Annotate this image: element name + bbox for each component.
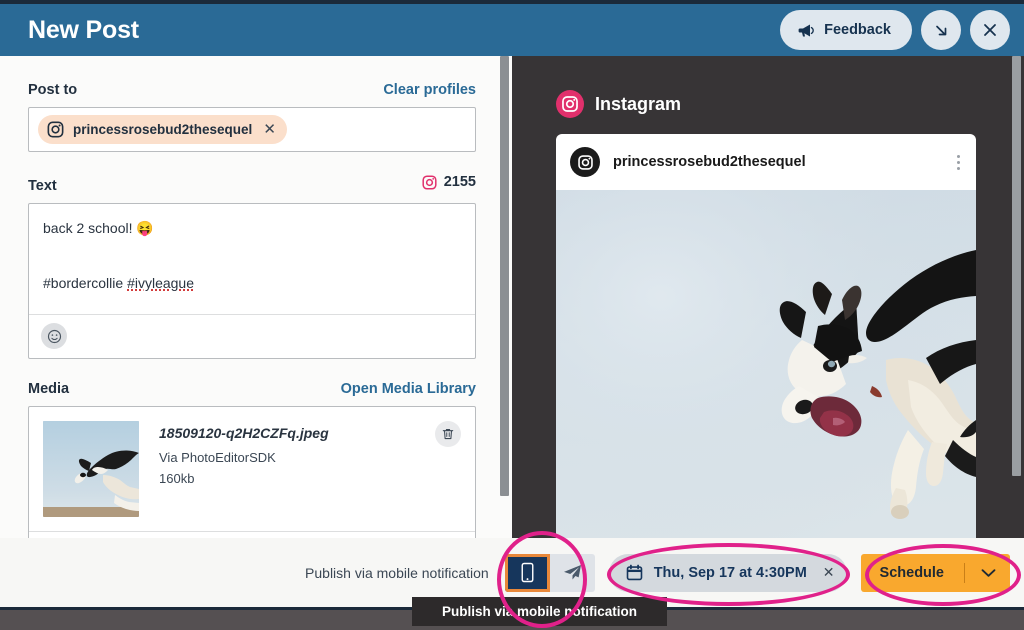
dog-thumbnail-image [43,420,139,517]
scrollbar-thumb[interactable] [500,56,509,496]
schedule-datetime-pill[interactable]: Thu, Sep 17 at 4:30PM ✕ [608,553,847,592]
media-source: Via PhotoEditorSDK [159,449,276,465]
instagram-icon [47,121,64,138]
preview-panel: Instagram princessrosebud2thesequel [512,56,1024,538]
schedule-divider [964,562,965,583]
calendar-icon [626,564,643,581]
clear-schedule-icon[interactable]: ✕ [823,564,835,581]
text-editor[interactable]: back 2 school! 😝 #bordercollie #ivyleagu… [28,202,476,359]
text-toolbar [29,313,475,358]
post-image [556,190,976,538]
instagram-post-preview: princessrosebud2thesequel [556,134,976,538]
preview-network-header: Instagram [512,56,1024,118]
close-button[interactable] [970,10,1010,50]
text-line-1: back 2 school! 😝 [43,219,154,236]
more-vertical-icon[interactable] [957,154,960,170]
composer-header: New Post Feedback [0,4,1024,56]
compose-panel-scrollbar[interactable] [500,56,509,538]
arrow-down-right-icon [932,21,950,39]
preview-network-name: Instagram [595,93,682,114]
header-actions: Feedback [780,10,1010,50]
media-label: Media [28,380,70,397]
post-to-header: Post to Clear profiles [28,82,476,98]
publish-via-mobile-notification-button[interactable] [504,553,550,592]
schedule-datetime-value: Thu, Sep 17 at 4:30PM [653,564,807,581]
avatar [570,147,600,177]
tooltip-text: Publish via mobile notification [441,604,638,619]
feedback-button[interactable]: Feedback [780,10,912,50]
tooltip: Publish via mobile notification [412,597,667,626]
mobile-phone-icon [520,562,535,583]
media-item: 18509120-q2H2CZFq.jpeg Via PhotoEditorSD… [29,407,475,531]
megaphone-icon [798,23,815,38]
publish-directly-button[interactable] [550,554,595,592]
minimize-button[interactable] [921,10,961,50]
text-header: Text 2155 [28,174,476,194]
paper-plane-icon [563,564,582,581]
new-post-composer-window: New Post Feedback Post to Clear profiles… [0,0,1024,630]
composer-body: Post to Clear profiles princessrosebud2t… [0,56,1024,538]
media-filename: 18509120-q2H2CZFq.jpeg [159,424,329,441]
open-media-library-link[interactable]: Open Media Library [341,381,476,397]
character-count: 2155 [443,174,476,190]
instagram-icon [556,90,584,118]
compose-panel: Post to Clear profiles princessrosebud2t… [0,56,512,538]
profile-chip[interactable]: princessrosebud2thesequel ✕ [38,115,287,144]
schedule-button[interactable]: Schedule [860,553,1010,592]
profile-handle: princessrosebud2thesequel [73,122,253,137]
text-label: Text [28,177,57,194]
post-card-header: princessrosebud2thesequel [556,134,976,190]
chevron-down-icon[interactable] [981,568,996,578]
clear-profiles-link[interactable]: Clear profiles [383,82,476,98]
close-icon [981,21,999,39]
emoji-smiley-icon [47,329,62,344]
hashtag-bordercollie: #bordercollie [43,274,128,291]
media-metadata: 18509120-q2H2CZFq.jpeg Via PhotoEditorSD… [159,421,329,490]
media-list: 18509120-q2H2CZFq.jpeg Via PhotoEditorSD… [28,405,476,539]
post-account-name: princessrosebud2thesequel [613,154,806,170]
preview-panel-scrollbar[interactable] [1012,56,1021,538]
instagram-icon [422,174,437,190]
schedule-button-label: Schedule [879,564,944,581]
feedback-label: Feedback [824,22,891,38]
media-footer: Edit image [29,530,475,539]
character-counter: 2155 [422,174,476,190]
text-line-2: #bordercollie #ivyleague [43,273,461,294]
media-thumbnail[interactable] [43,420,139,517]
delete-media-button[interactable] [435,420,461,447]
media-filesize: 160kb [159,470,195,486]
page-title: New Post [28,15,139,44]
text-input[interactable]: back 2 school! 😝 #bordercollie #ivyleagu… [29,204,475,314]
scrollbar-thumb[interactable] [1012,56,1021,476]
publish-mode-toggle [504,553,595,592]
hashtag-ivyleague: #ivyleague [127,274,194,291]
post-to-label: Post to [28,82,78,98]
remove-profile-icon[interactable]: ✕ [261,122,276,137]
media-header: Media Open Media Library [28,381,476,397]
profile-selector[interactable]: princessrosebud2thesequel ✕ [28,107,476,152]
trash-icon [441,427,455,441]
emoji-picker-button[interactable] [41,323,67,349]
publish-mode-label: Publish via mobile notification [305,564,489,581]
